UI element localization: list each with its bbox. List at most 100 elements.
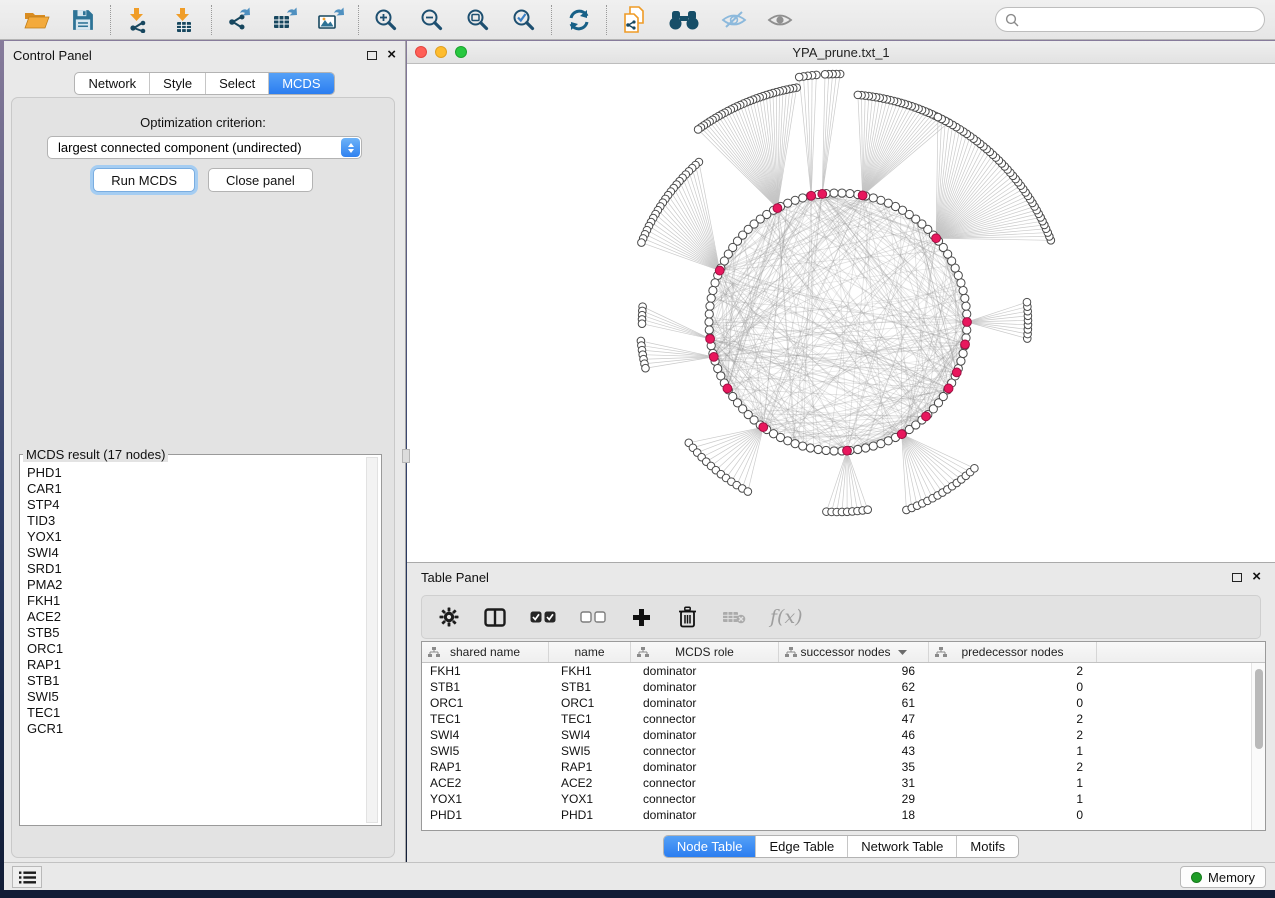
- mcds-result-item[interactable]: FKH1: [24, 593, 363, 609]
- close-panel-icon[interactable]: ×: [1252, 572, 1261, 582]
- mcds-node[interactable]: [723, 384, 732, 393]
- table-row[interactable]: SWI5SWI5connector431: [422, 743, 1251, 759]
- network-node[interactable]: [638, 320, 646, 328]
- table-settings-button[interactable]: [438, 604, 460, 630]
- network-node[interactable]: [1023, 298, 1031, 306]
- mcds-result-item[interactable]: STB5: [24, 625, 363, 641]
- close-panel-icon[interactable]: ×: [387, 50, 396, 60]
- network-node[interactable]: [830, 189, 838, 197]
- memory-button[interactable]: Memory: [1180, 866, 1266, 888]
- export-network-button[interactable]: [224, 5, 254, 35]
- table-row[interactable]: PHD1PHD1dominator180: [422, 807, 1251, 823]
- tab-network[interactable]: Network: [75, 73, 149, 94]
- tab-select[interactable]: Select: [205, 73, 268, 94]
- close-panel-button[interactable]: Close panel: [208, 168, 313, 192]
- duplicate-network-button[interactable]: [619, 5, 649, 35]
- zoom-out-button[interactable]: [417, 5, 447, 35]
- mcds-result-item[interactable]: PMA2: [24, 577, 363, 593]
- network-node[interactable]: [705, 310, 713, 318]
- mcds-node[interactable]: [759, 423, 768, 432]
- network-node[interactable]: [957, 357, 965, 365]
- mcds-result-list[interactable]: PHD1CAR1STP4TID3YOX1SWI4SRD1PMA2FKH1ACE2…: [24, 465, 363, 821]
- mcds-node[interactable]: [897, 430, 906, 439]
- table-row[interactable]: STB1STB1dominator620: [422, 679, 1251, 695]
- mcds-node[interactable]: [773, 204, 782, 213]
- mcds-result-item[interactable]: STP4: [24, 497, 363, 513]
- mcds-node[interactable]: [709, 353, 718, 362]
- hide-selected-button[interactable]: [719, 5, 749, 35]
- show-columns-button[interactable]: [484, 604, 506, 630]
- zoom-selected-button[interactable]: [509, 5, 539, 35]
- delete-column-button[interactable]: [676, 604, 698, 630]
- network-graph[interactable]: [407, 64, 1275, 562]
- zoom-fit-button[interactable]: [463, 5, 493, 35]
- panel-divider-grip[interactable]: [402, 449, 410, 463]
- column-header-predecessor-nodes[interactable]: predecessor nodes: [929, 642, 1097, 662]
- deselect-all-button[interactable]: [580, 604, 606, 630]
- table-scrollbar-thumb[interactable]: [1255, 669, 1263, 749]
- column-header-MCDS-role[interactable]: MCDS role: [631, 642, 779, 662]
- table-scrollbar[interactable]: [1251, 663, 1265, 830]
- network-node[interactable]: [799, 194, 807, 202]
- network-node[interactable]: [642, 364, 650, 372]
- function-builder-button[interactable]: f(x): [770, 604, 803, 630]
- network-node[interactable]: [830, 447, 838, 455]
- column-header-name[interactable]: name: [549, 642, 631, 662]
- mcds-result-item[interactable]: STB1: [24, 673, 363, 689]
- network-node[interactable]: [869, 442, 877, 450]
- save-session-button[interactable]: [68, 5, 98, 35]
- network-node[interactable]: [814, 445, 822, 453]
- mcds-node[interactable]: [818, 190, 827, 199]
- network-node[interactable]: [709, 286, 717, 294]
- network-node[interactable]: [963, 310, 971, 318]
- network-node[interactable]: [961, 294, 969, 302]
- mcds-result-item[interactable]: SWI5: [24, 689, 363, 705]
- mcds-node[interactable]: [858, 191, 867, 200]
- mcds-node[interactable]: [807, 191, 816, 200]
- float-panel-icon[interactable]: [367, 51, 377, 60]
- network-node[interactable]: [962, 302, 970, 310]
- network-node[interactable]: [744, 488, 752, 496]
- run-mcds-button[interactable]: Run MCDS: [93, 168, 195, 192]
- network-node[interactable]: [821, 71, 829, 79]
- mcds-result-item[interactable]: TID3: [24, 513, 363, 529]
- table-row[interactable]: RAP1RAP1dominator352: [422, 759, 1251, 775]
- network-node[interactable]: [706, 302, 714, 310]
- mcds-result-item[interactable]: CAR1: [24, 481, 363, 497]
- first-neighbors-button[interactable]: [665, 5, 703, 35]
- mcds-node[interactable]: [922, 412, 931, 421]
- network-node[interactable]: [711, 279, 719, 287]
- table-row[interactable]: YOX1YOX1connector291: [422, 791, 1251, 807]
- mcds-result-item[interactable]: ACE2: [24, 609, 363, 625]
- mcds-node[interactable]: [952, 368, 961, 377]
- table-row[interactable]: SWI4SWI4dominator462: [422, 727, 1251, 743]
- export-image-button[interactable]: [316, 5, 346, 35]
- network-node[interactable]: [705, 318, 713, 326]
- mcds-result-item[interactable]: PHD1: [24, 465, 363, 481]
- network-node[interactable]: [846, 189, 854, 197]
- network-node[interactable]: [963, 326, 971, 334]
- table-row[interactable]: TEC1TEC1connector472: [422, 711, 1251, 727]
- task-history-button[interactable]: [12, 866, 42, 888]
- tab-mcds[interactable]: MCDS: [268, 73, 333, 94]
- float-panel-icon[interactable]: [1232, 573, 1242, 582]
- network-node[interactable]: [822, 446, 830, 454]
- network-node[interactable]: [705, 326, 713, 334]
- network-node[interactable]: [694, 126, 702, 134]
- search-input[interactable]: [1024, 12, 1255, 27]
- network-node[interactable]: [864, 506, 872, 514]
- mcds-result-item[interactable]: TEC1: [24, 705, 363, 721]
- table-row[interactable]: FKH1FKH1dominator962: [422, 663, 1251, 679]
- criterion-select[interactable]: largest connected component (undirected): [47, 136, 362, 159]
- table-row[interactable]: ACE2ACE2connector311: [422, 775, 1251, 791]
- network-canvas[interactable]: [407, 64, 1275, 562]
- network-node[interactable]: [806, 444, 814, 452]
- mcds-list-scrollbar[interactable]: [366, 457, 378, 823]
- show-all-button[interactable]: [765, 5, 795, 35]
- network-node[interactable]: [791, 440, 799, 448]
- tab-edge-table[interactable]: Edge Table: [755, 836, 847, 857]
- mcds-node[interactable]: [944, 384, 953, 393]
- tab-motifs[interactable]: Motifs: [956, 836, 1018, 857]
- mcds-result-item[interactable]: YOX1: [24, 529, 363, 545]
- network-node[interactable]: [877, 196, 885, 204]
